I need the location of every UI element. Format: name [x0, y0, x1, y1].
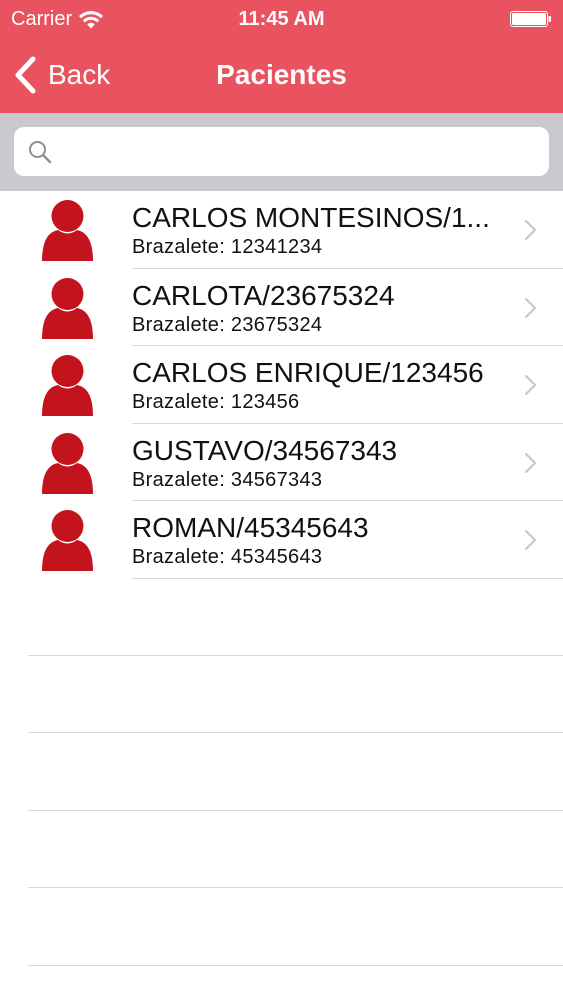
- patient-row[interactable]: ROMAN/45345643 Brazalete: 45345643: [0, 501, 563, 579]
- patient-row[interactable]: CARLOS MONTESINOS/1... Brazalete: 123412…: [0, 191, 563, 269]
- page-title: Pacientes: [216, 59, 347, 90]
- patient-name: CARLOS MONTESINOS/1...: [132, 202, 490, 233]
- empty-row: [0, 656, 563, 733]
- battery-icon: [510, 11, 551, 27]
- patient-bracelet: Brazalete: 23675324: [132, 313, 323, 336]
- patient-row[interactable]: CARLOS ENRIQUE/123456 Brazalete: 123456: [0, 346, 563, 424]
- chevron-right-icon: [524, 297, 537, 318]
- patient-list: CARLOS MONTESINOS/1... Brazalete: 123412…: [0, 191, 563, 579]
- patient-name: GUSTAVO/34567343: [132, 434, 398, 466]
- empty-row: [0, 888, 563, 966]
- avatar-icon: [42, 200, 93, 261]
- patient-bracelet: Brazalete: 123456: [132, 391, 300, 413]
- patient-name: CARLOS ENRIQUE/123456: [132, 357, 484, 388]
- chevron-right-icon: [524, 374, 537, 396]
- avatar-icon: [42, 355, 93, 416]
- search-icon: [29, 141, 52, 164]
- header: Carrier 11:45 AM Back Pacientes: [0, 0, 563, 113]
- patient-bracelet: Brazalete: 12341234: [132, 236, 323, 258]
- patient-row[interactable]: CARLOTA/23675324 Brazalete: 23675324: [0, 269, 563, 346]
- chevron-right-icon: [524, 452, 537, 473]
- empty-row: [0, 578, 563, 656]
- empty-row: [0, 733, 563, 811]
- avatar-icon: [42, 432, 93, 494]
- status-bar: Carrier 11:45 AM: [0, 0, 563, 40]
- search-input[interactable]: [64, 127, 538, 178]
- patient-name: ROMAN/45345643: [132, 512, 369, 543]
- chevron-right-icon: [524, 219, 537, 241]
- status-time: 11:45 AM: [238, 8, 325, 30]
- row-separator: [28, 964, 563, 966]
- search-field[interactable]: [14, 127, 549, 178]
- patient-name: CARLOTA/23675324: [132, 279, 395, 311]
- chevron-right-icon: [524, 529, 537, 551]
- patient-row[interactable]: GUSTAVO/34567343 Brazalete: 34567343: [0, 424, 563, 501]
- empty-row: [0, 811, 563, 888]
- patient-bracelet: Brazalete: 45345643: [132, 546, 323, 568]
- avatar-icon: [42, 510, 93, 571]
- empty-table-rows: [0, 578, 563, 966]
- avatar-icon: [42, 277, 93, 339]
- patient-bracelet: Brazalete: 34567343: [132, 468, 323, 491]
- search-bar: [0, 113, 563, 191]
- navigation-bar: Back Pacientes: [0, 40, 563, 113]
